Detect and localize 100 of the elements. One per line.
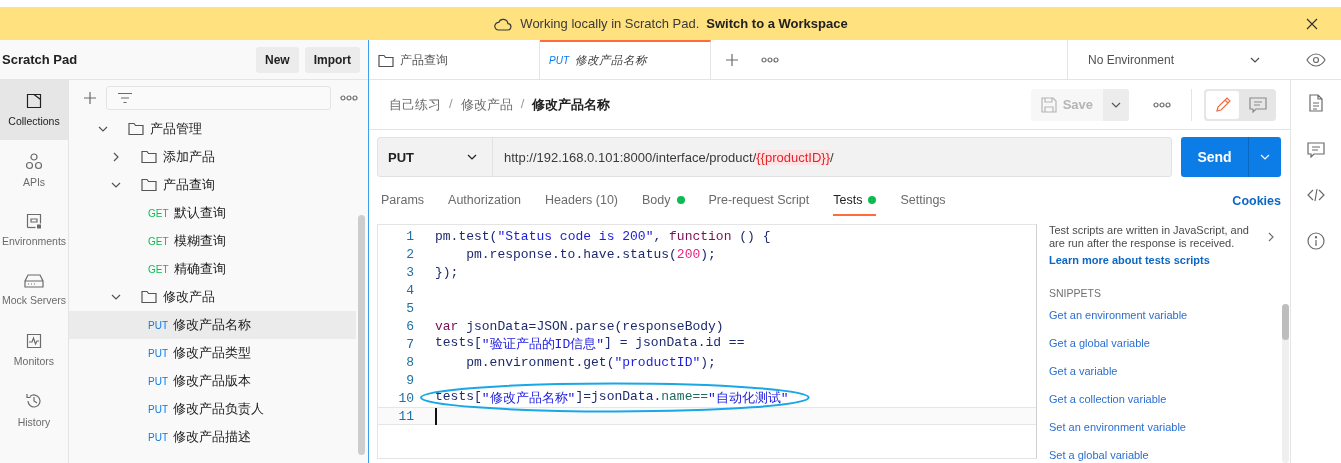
tab[interactable]: 产品查询 — [369, 40, 540, 79]
code-line: tests["验证产品的ID信息"] = jsonData.id == — [435, 335, 745, 353]
more-icon[interactable] — [1153, 101, 1171, 108]
method-label: GET — [148, 235, 169, 247]
request-item[interactable]: PUT 修改产品描述 — [69, 423, 356, 451]
line-number: 11 — [397, 408, 414, 424]
banner-message: Working locally in Scratch Pad. — [520, 16, 700, 31]
method-label: PUT — [148, 375, 168, 387]
request-item[interactable]: PUT 修改产品负责人 — [69, 395, 356, 423]
method-label: GET — [148, 263, 169, 275]
eye-icon[interactable] — [1305, 52, 1326, 67]
collection-icon — [26, 93, 42, 109]
nav-item[interactable]: History — [0, 380, 68, 440]
nav-item[interactable]: Environments — [0, 200, 68, 260]
filter-field[interactable] — [106, 85, 331, 110]
request-tab[interactable]: Authorization — [448, 185, 522, 216]
scrollbar-thumb[interactable] — [358, 215, 365, 455]
line-number: 1 — [405, 228, 414, 244]
snippets-heading: SNIPPETS — [1049, 287, 1102, 299]
breadcrumb-link[interactable]: 修改产品 — [460, 95, 513, 114]
cookies-link[interactable]: Cookies — [1232, 185, 1281, 216]
request-tab[interactable]: Pre-request Script — [708, 185, 810, 216]
method-label: PUT — [148, 403, 168, 415]
code-line: pm.environment.get("productID"); — [465, 354, 716, 370]
folder-icon — [141, 150, 157, 164]
breadcrumb-link[interactable]: 自己练习 — [389, 95, 441, 114]
help-text: Test scripts are written in JavaScript, and are run after the response is received. — [1049, 224, 1250, 250]
request-tab[interactable]: Body — [642, 185, 685, 216]
snippet-link[interactable]: Get a variable — [1049, 357, 1274, 385]
server-icon — [24, 274, 44, 288]
chevron-down-icon — [1260, 154, 1270, 160]
environment-dropdown[interactable]: No Environment — [1067, 40, 1290, 79]
request-tab[interactable]: Tests — [833, 185, 877, 216]
folder-item[interactable]: 添加产品 — [69, 143, 356, 171]
plus-icon[interactable] — [725, 52, 739, 67]
chevron-down-icon[interactable] — [111, 294, 121, 300]
code-line: pm.response.to.have.status(200); — [465, 246, 716, 262]
apis-icon — [25, 152, 43, 170]
snippet-link[interactable]: Get a collection variable — [1049, 385, 1274, 413]
snippet-link[interactable]: Set an environment variable — [1049, 413, 1274, 441]
method-label: PUT — [148, 347, 168, 359]
method-label: PUT — [148, 319, 168, 331]
comment-icon[interactable] — [1307, 142, 1325, 158]
plus-icon[interactable] — [83, 90, 97, 105]
tab[interactable]: PUT 修改产品名称 — [540, 40, 711, 79]
code-line: pm.test("Status code is 200", function () { — [435, 228, 771, 244]
nav-item[interactable]: Mock Servers — [0, 260, 68, 320]
request-item[interactable]: GET 模糊查询 — [69, 227, 356, 255]
filter-icon — [117, 91, 133, 104]
text-cursor — [435, 407, 437, 425]
workspace-link[interactable]: Switch to a Workspace — [706, 16, 848, 31]
nav-item[interactable]: Monitors — [0, 320, 68, 380]
request-item[interactable]: GET 默认查询 — [69, 199, 356, 227]
request-item[interactable]: PUT 修改产品版本 — [69, 367, 356, 395]
folder-item[interactable]: 产品查询 — [69, 171, 356, 199]
folder-item[interactable]: 修改产品 — [69, 283, 356, 311]
header-button[interactable]: Import — [304, 46, 360, 73]
code-line: var jsonData=JSON.parse(responseBody) — [435, 318, 724, 334]
more-icon[interactable] — [761, 56, 779, 63]
mode-toggle[interactable] — [1206, 90, 1239, 119]
chevron-right-icon[interactable] — [1268, 232, 1274, 242]
chevron-down-icon — [1111, 101, 1121, 108]
method-dropdown[interactable]: PUT — [378, 138, 493, 176]
more-icon[interactable] — [340, 94, 358, 101]
url-field[interactable]: http://192.168.0.101:8000/interface/product/{{productID}}/ — [493, 149, 834, 165]
folder-icon — [128, 122, 144, 136]
line-number: 3 — [405, 264, 414, 280]
request-item[interactable]: PUT 修改产品类型 — [69, 339, 356, 367]
scrollbar-thumb[interactable] — [1281, 304, 1289, 340]
chevron-down-icon[interactable] — [98, 126, 108, 132]
method-label: PUT — [549, 55, 569, 66]
snippet-link[interactable]: Get a global variable — [1049, 329, 1274, 357]
nav-item[interactable]: APIs — [0, 140, 68, 200]
request-item[interactable]: GET 精确查询 — [69, 255, 356, 283]
request-tab[interactable]: Params — [381, 185, 425, 216]
request-tab[interactable]: Headers (10) — [545, 185, 618, 216]
line-number: 9 — [405, 372, 414, 388]
sidebar-title: Scratch Pad — [2, 52, 79, 67]
comment-icon — [1248, 96, 1267, 113]
line-number: 2 — [405, 246, 414, 262]
chevron-down-icon[interactable] — [111, 182, 121, 188]
line-number: 8 — [405, 354, 414, 370]
snippet-link[interactable]: Get an environment variable — [1049, 301, 1274, 329]
folder-item[interactable]: 产品管理 — [69, 115, 356, 143]
request-tab[interactable]: Settings — [900, 185, 946, 216]
chevron-down-icon — [1250, 56, 1260, 63]
document-icon[interactable] — [1309, 94, 1323, 112]
request-title: 修改产品名称 — [532, 95, 611, 114]
nav-item[interactable]: Collections — [0, 80, 68, 140]
chevron-right-icon[interactable] — [113, 152, 119, 162]
snippet-link[interactable]: Set a global variable — [1049, 441, 1274, 463]
chevron-down-icon — [467, 154, 477, 160]
request-item[interactable]: PUT 修改产品名称 — [69, 311, 356, 339]
line-number: 5 — [405, 300, 414, 316]
code-icon[interactable] — [1307, 188, 1325, 202]
info-icon[interactable] — [1307, 232, 1325, 250]
learn-more-link[interactable]: Learn more about tests scripts — [1049, 254, 1274, 266]
breadcrumb-separator: / — [449, 95, 453, 113]
header-button[interactable]: New — [255, 46, 299, 73]
monitor-icon — [26, 333, 42, 349]
